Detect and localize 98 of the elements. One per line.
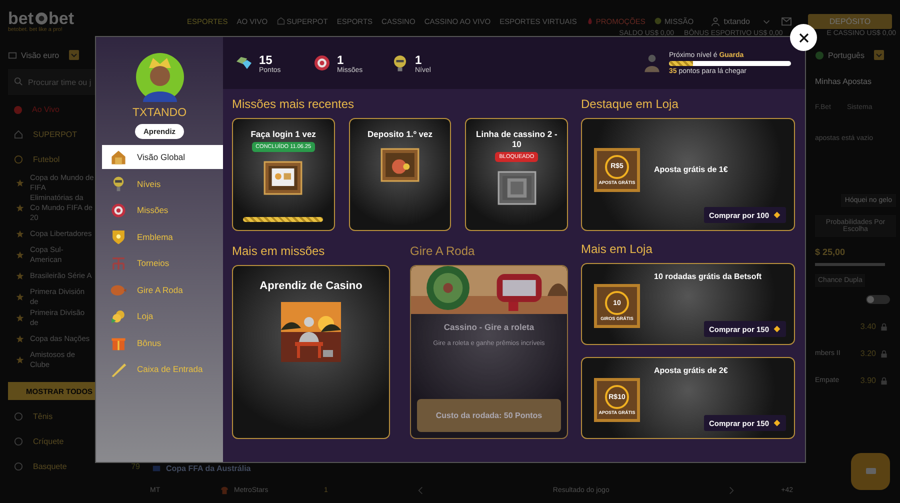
flag-icon <box>815 50 824 60</box>
diamond-icon <box>773 419 781 427</box>
menu-item[interactable]: Caixa de Entrada <box>102 357 223 381</box>
star-icon[interactable] <box>16 230 24 238</box>
medal-icon <box>391 54 409 72</box>
mission-title: Deposito 1.º vez <box>366 129 434 139</box>
user-icon[interactable] <box>710 16 720 26</box>
book-drawing <box>496 170 537 206</box>
stat-value: 15 <box>259 52 274 66</box>
mission-title: Faça login 1 vez <box>250 129 317 139</box>
deposit-button[interactable]: DEPÓSITO <box>808 14 892 28</box>
live-dot <box>14 106 22 114</box>
search-icon <box>14 77 23 86</box>
ball-icon <box>34 12 48 25</box>
section-title: Mais em Loja <box>581 241 654 257</box>
star-icon[interactable] <box>16 250 24 258</box>
circle-icon <box>654 17 662 25</box>
shield-icon <box>110 228 127 245</box>
view-label[interactable]: Visão euro <box>21 50 60 60</box>
house-icon <box>110 148 127 166</box>
sport-link[interactable]: Críquete <box>33 437 64 446</box>
mail-icon[interactable] <box>781 16 792 26</box>
language-select[interactable]: Português <box>828 50 864 60</box>
superpot-link[interactable]: SUPERPOT <box>33 130 78 139</box>
star-icon[interactable] <box>16 292 24 300</box>
odds-value[interactable]: 3.90 <box>860 376 876 385</box>
flame-icon <box>586 17 594 25</box>
logo-text: bet <box>8 10 34 27</box>
odds-value[interactable]: 3.20 <box>860 349 876 358</box>
stat-value: 1 <box>415 52 423 66</box>
lock-icon <box>880 376 888 384</box>
stat-value: 1 <box>337 52 345 66</box>
star-icon[interactable] <box>16 356 24 364</box>
star-icon[interactable] <box>16 272 24 280</box>
reward-title: Aposta grátis de 1€ <box>654 165 728 174</box>
wheel-title: Cassino - Gire a roleta <box>444 322 534 332</box>
menu-item[interactable]: Gire A Roda <box>102 278 223 302</box>
menu-item[interactable]: Torneios <box>102 251 223 275</box>
reward-title: 10 rodadas grátis da Betsoft <box>654 272 762 281</box>
menu-item[interactable]: Visão Global <box>102 145 223 169</box>
home-icon <box>276 17 285 25</box>
logo-text: bet <box>48 10 74 27</box>
chat-button[interactable] <box>851 453 890 490</box>
sport-link[interactable]: Tênis <box>33 412 53 421</box>
sport-link[interactable]: Futebol <box>33 155 60 164</box>
section-title: Gire A Roda <box>410 243 476 259</box>
dropdown-icon[interactable] <box>874 50 884 60</box>
id-card-drawing <box>263 160 304 196</box>
menu-item[interactable]: Bônus <box>102 330 223 354</box>
live-link[interactable]: Ao Vivo <box>32 105 60 114</box>
soccer-ball-icon <box>14 155 23 164</box>
bracket-icon <box>110 254 127 272</box>
star-icon[interactable] <box>16 334 24 342</box>
lock-icon <box>880 350 888 358</box>
diamond-icon <box>773 325 781 333</box>
money-bag-drawing <box>380 147 420 183</box>
coins-icon <box>110 308 127 324</box>
chat-icon <box>864 466 876 476</box>
mission-title: Aprendiz de Casino <box>258 280 364 292</box>
section-title: Mais em missões <box>232 243 326 259</box>
username: TXTANDO <box>132 107 187 119</box>
mission-card[interactable]: Deposito 1.º vez <box>348 118 452 231</box>
lock-icon <box>880 322 888 330</box>
home-icon <box>14 130 23 139</box>
sport-link[interactable]: Basquete <box>33 462 67 471</box>
menu-item[interactable]: Loja <box>102 304 223 328</box>
odds-value[interactable]: 3.40 <box>860 322 876 331</box>
shirt-icon <box>220 486 229 494</box>
section-title: Destaque em Loja <box>581 96 680 112</box>
monitor-icon <box>8 50 17 60</box>
mission-card[interactable]: Aprendiz de Casino <box>232 265 390 439</box>
amount-text: $ 25,00 <box>815 247 846 257</box>
close-icon <box>798 32 810 44</box>
target-icon <box>313 54 331 72</box>
section-title: Missões mais recentes <box>232 96 356 112</box>
chevron-right-icon[interactable] <box>729 486 734 494</box>
sport-icon <box>14 412 23 421</box>
flag-icon <box>152 464 161 472</box>
diamond-icon <box>773 211 781 219</box>
menu-item[interactable]: Emblema <box>102 224 223 248</box>
sport-icon <box>14 462 23 471</box>
target-icon <box>110 202 127 218</box>
chevron-left-icon[interactable] <box>418 486 423 494</box>
avatar-icon <box>134 52 184 102</box>
username[interactable]: txtando <box>724 16 750 26</box>
reward-title: Aposta grátis de 2€ <box>654 366 728 375</box>
toggle-switch[interactable] <box>866 295 890 304</box>
dropdown-icon[interactable] <box>69 50 80 60</box>
star-icon[interactable] <box>16 178 24 186</box>
league-title: Copa FFA da Austrália <box>166 464 251 472</box>
sport-icon <box>14 437 23 446</box>
mission-title: Linha de cassino 2 - 10 <box>475 129 558 149</box>
bets-tab[interactable]: Minhas Apostas <box>815 77 896 86</box>
menu-item[interactable]: Missões <box>102 198 223 222</box>
star-icon[interactable] <box>16 314 24 322</box>
close-button[interactable] <box>790 24 817 51</box>
star-icon[interactable] <box>16 204 24 212</box>
menu-item[interactable]: Níveis <box>102 172 223 196</box>
